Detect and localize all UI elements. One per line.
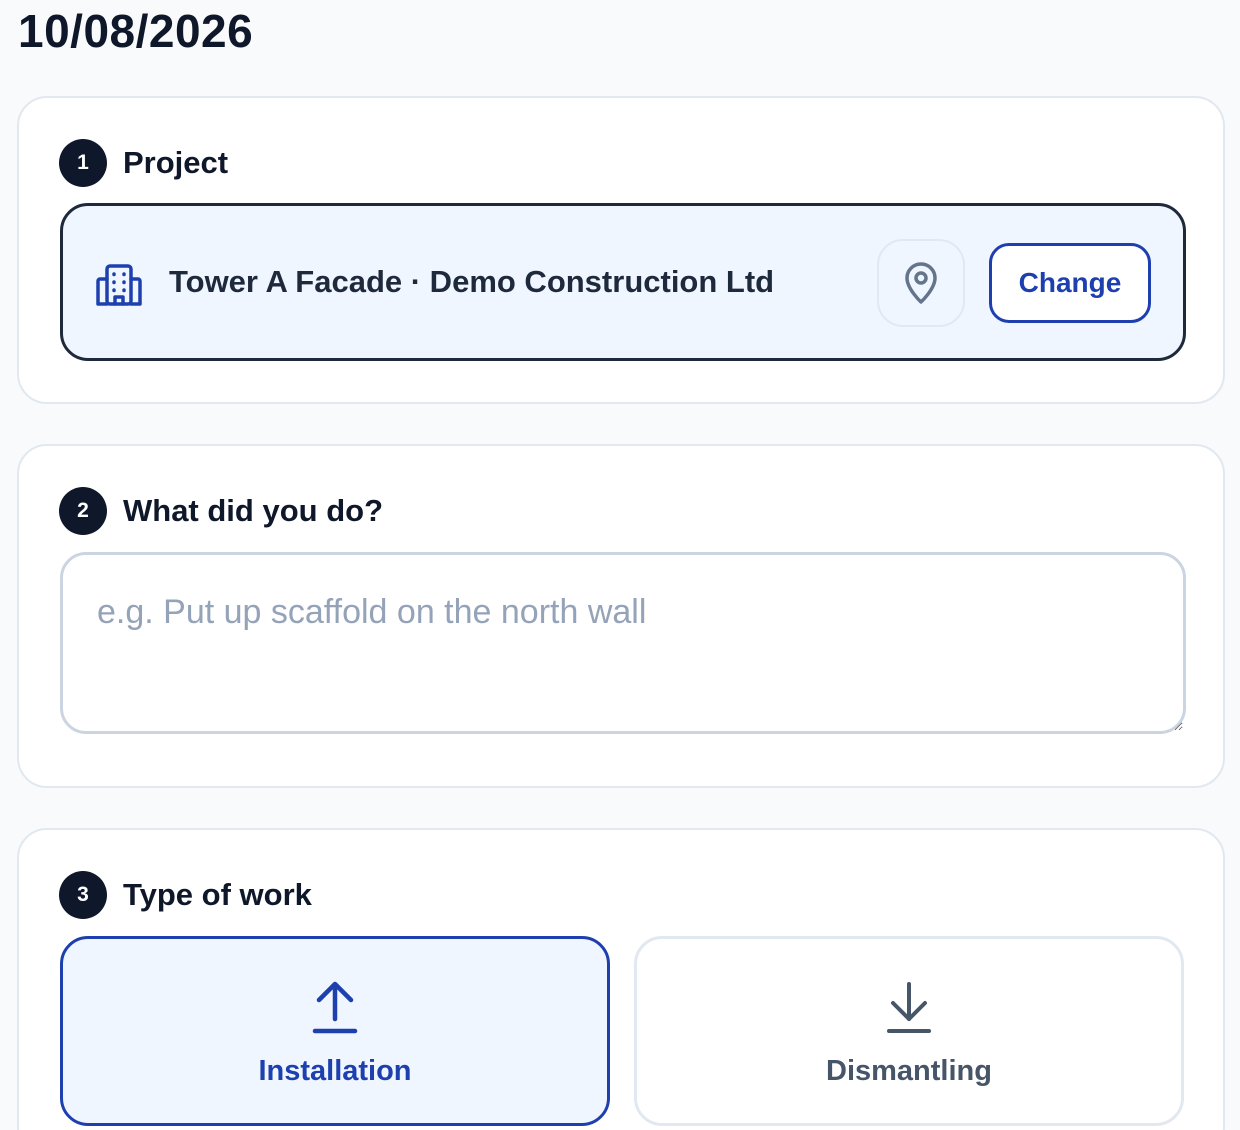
work-type-section-title: Type of work bbox=[123, 877, 312, 912]
project-section-header: 1 Project bbox=[59, 139, 228, 187]
work-type-label-dismantling: Dismantling bbox=[826, 1055, 992, 1087]
project-section-title: Project bbox=[123, 145, 229, 180]
description-section-header: 2 What did you do? bbox=[59, 487, 383, 535]
map-pin-icon bbox=[905, 262, 937, 304]
step-badge-1: 1 bbox=[59, 139, 107, 187]
step-badge-2: 2 bbox=[59, 487, 107, 535]
work-type-card: 3 Type of work Installation Dismantling bbox=[17, 828, 1225, 1130]
project-name: Tower A Facade · Demo Construction Ltd bbox=[169, 264, 775, 299]
project-card: 1 Project Tower A Facade · Demo Construc… bbox=[17, 96, 1225, 404]
description-card: 2 What did you do? bbox=[17, 444, 1225, 788]
description-section-title: What did you do? bbox=[123, 493, 384, 528]
page-date: 10/08/2026 bbox=[18, 5, 254, 57]
location-button[interactable] bbox=[877, 239, 965, 327]
download-arrow-icon bbox=[887, 982, 931, 1033]
work-type-option-dismantling[interactable]: Dismantling bbox=[634, 936, 1184, 1126]
work-type-option-installation[interactable]: Installation bbox=[60, 936, 610, 1126]
work-description-input[interactable] bbox=[60, 552, 1186, 734]
building-icon bbox=[96, 264, 142, 306]
work-type-section-header: 3 Type of work bbox=[59, 871, 312, 919]
upload-arrow-icon bbox=[312, 981, 358, 1034]
change-project-button[interactable]: Change bbox=[989, 243, 1151, 323]
step-badge-3: 3 bbox=[59, 871, 107, 919]
work-type-label-installation: Installation bbox=[258, 1055, 412, 1087]
selected-project-box[interactable]: Tower A Facade · Demo Construction Ltd C… bbox=[60, 203, 1186, 361]
